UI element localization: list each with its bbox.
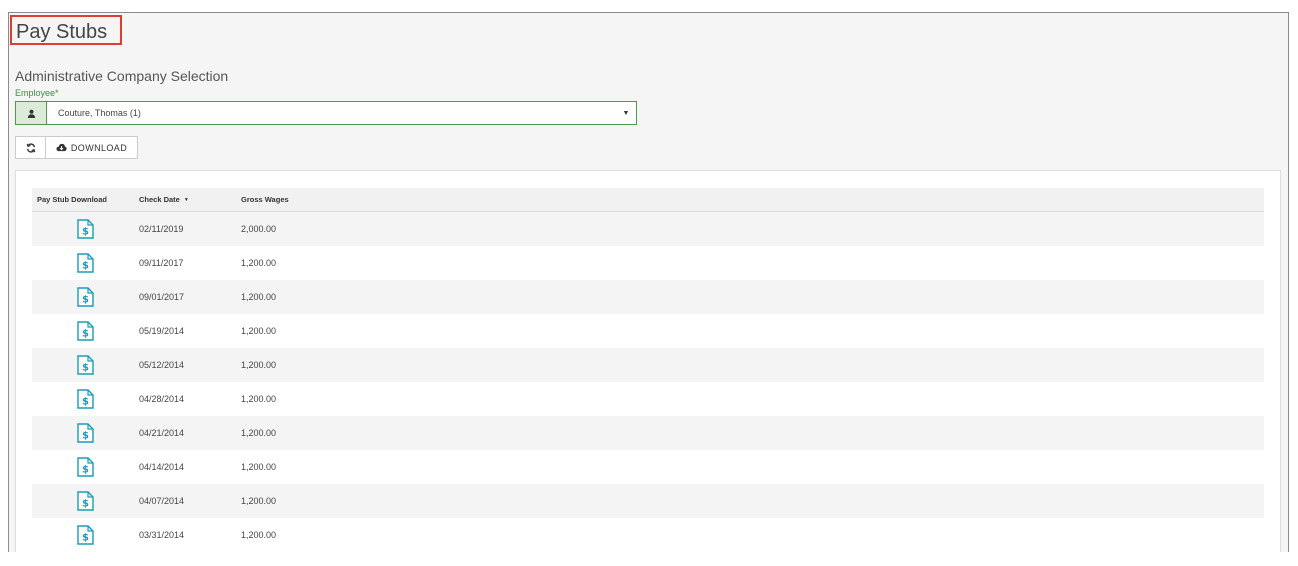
gross-wages-cell: 1,200.00	[241, 326, 277, 336]
table-body: $ 02/11/2019 2,000.00 $ 09/11/2017 1,200…	[32, 212, 1264, 552]
svg-text:$: $	[82, 227, 89, 238]
dollar-document-icon[interactable]: $	[77, 253, 94, 273]
table-row: $ 04/14/2014 1,200.00	[32, 450, 1264, 484]
pay-stubs-panel: Pay Stub Download Check Date ▼ Gross Wag…	[15, 170, 1281, 552]
download-button[interactable]: DOWNLOAD	[45, 136, 138, 159]
table-row: $ 04/07/2014 1,200.00	[32, 484, 1264, 518]
table-row: $ 02/11/2019 2,000.00	[32, 212, 1264, 246]
svg-text:$: $	[82, 363, 89, 374]
table-row: $ 09/01/2017 1,200.00	[32, 280, 1264, 314]
gross-wages-cell: 1,200.00	[241, 530, 277, 540]
column-header-stub: Pay Stub Download	[37, 195, 108, 204]
table-row: $ 03/31/2014 1,200.00	[32, 518, 1264, 552]
dollar-document-icon[interactable]: $	[77, 321, 94, 341]
table-row: $ 04/28/2014 1,200.00	[32, 382, 1264, 416]
svg-text:$: $	[82, 261, 89, 272]
dollar-document-icon[interactable]: $	[77, 355, 94, 375]
stub-cell: $	[32, 389, 139, 409]
check-date-cell: 04/14/2014	[139, 462, 185, 472]
svg-text:$: $	[82, 397, 89, 408]
svg-text:$: $	[82, 295, 89, 306]
stub-cell: $	[32, 355, 139, 375]
sort-caret-icon: ▼	[183, 196, 189, 203]
pay-stubs-table: Pay Stub Download Check Date ▼ Gross Wag…	[32, 188, 1264, 552]
table-row: $ 05/19/2014 1,200.00	[32, 314, 1264, 348]
table-row: $ 09/11/2017 1,200.00	[32, 246, 1264, 280]
stub-cell: $	[32, 321, 139, 341]
check-date-cell: 02/11/2019	[139, 224, 184, 234]
gross-wages-cell: 1,200.00	[241, 292, 277, 302]
employee-select[interactable]: Couture, Thomas (1) ▼	[15, 101, 637, 125]
dollar-document-icon[interactable]: $	[77, 389, 94, 409]
refresh-icon	[26, 142, 35, 153]
refresh-button[interactable]	[15, 136, 46, 159]
svg-text:$: $	[82, 431, 89, 442]
dollar-document-icon[interactable]: $	[77, 287, 94, 307]
column-header-gross-wages: Gross Wages	[241, 195, 289, 204]
column-header-check-date-label: Check Date	[139, 195, 180, 204]
chevron-down-icon[interactable]: ▼	[616, 102, 636, 124]
stub-cell: $	[32, 491, 139, 511]
gross-wages-cell: 1,200.00	[241, 258, 277, 268]
user-icon	[16, 102, 47, 124]
gross-wages-cell: 1,200.00	[241, 428, 277, 438]
table-row: $ 04/21/2014 1,200.00	[32, 416, 1264, 450]
check-date-cell: 05/12/2014	[139, 360, 185, 370]
check-date-cell: 09/11/2017	[139, 258, 184, 268]
check-date-cell: 05/19/2014	[139, 326, 185, 336]
dollar-document-icon[interactable]: $	[77, 457, 94, 477]
section-title: Administrative Company Selection	[15, 68, 229, 84]
gross-wages-cell: 2,000.00	[241, 224, 277, 234]
dollar-document-icon[interactable]: $	[77, 491, 94, 511]
stub-cell: $	[32, 253, 139, 273]
stub-cell: $	[32, 423, 139, 443]
gross-wages-cell: 1,200.00	[241, 394, 277, 404]
employee-field-label: Employee*	[15, 88, 59, 98]
check-date-cell: 03/31/2014	[139, 530, 185, 540]
svg-text:$: $	[82, 533, 89, 544]
dollar-document-icon[interactable]: $	[77, 525, 94, 545]
toolbar: DOWNLOAD	[15, 136, 138, 159]
stub-cell: $	[32, 457, 139, 477]
dollar-document-icon[interactable]: $	[77, 423, 94, 443]
gross-wages-cell: 1,200.00	[241, 360, 277, 370]
check-date-cell: 04/21/2014	[139, 428, 185, 438]
check-date-cell: 04/07/2014	[139, 496, 185, 506]
gross-wages-cell: 1,200.00	[241, 496, 277, 506]
employee-select-value: Couture, Thomas (1)	[58, 108, 141, 118]
dollar-document-icon[interactable]: $	[77, 219, 94, 239]
download-button-label: DOWNLOAD	[70, 142, 128, 153]
check-date-cell: 09/01/2017	[139, 292, 185, 302]
check-date-cell: 04/28/2014	[139, 394, 185, 404]
table-row: $ 05/12/2014 1,200.00	[32, 348, 1264, 382]
svg-text:$: $	[82, 465, 89, 476]
svg-text:$: $	[82, 499, 89, 510]
gross-wages-cell: 1,200.00	[241, 462, 277, 472]
svg-text:$: $	[82, 329, 89, 340]
stub-cell: $	[32, 219, 139, 239]
pay-stubs-window: Pay Stubs Administrative Company Selecti…	[8, 12, 1289, 552]
cloud-download-icon	[56, 143, 67, 152]
table-header: Pay Stub Download Check Date ▼ Gross Wag…	[32, 188, 1264, 212]
page-title: Pay Stubs	[16, 21, 108, 43]
stub-cell: $	[32, 525, 139, 545]
stub-cell: $	[32, 287, 139, 307]
column-header-check-date[interactable]: Check Date ▼	[139, 195, 241, 204]
